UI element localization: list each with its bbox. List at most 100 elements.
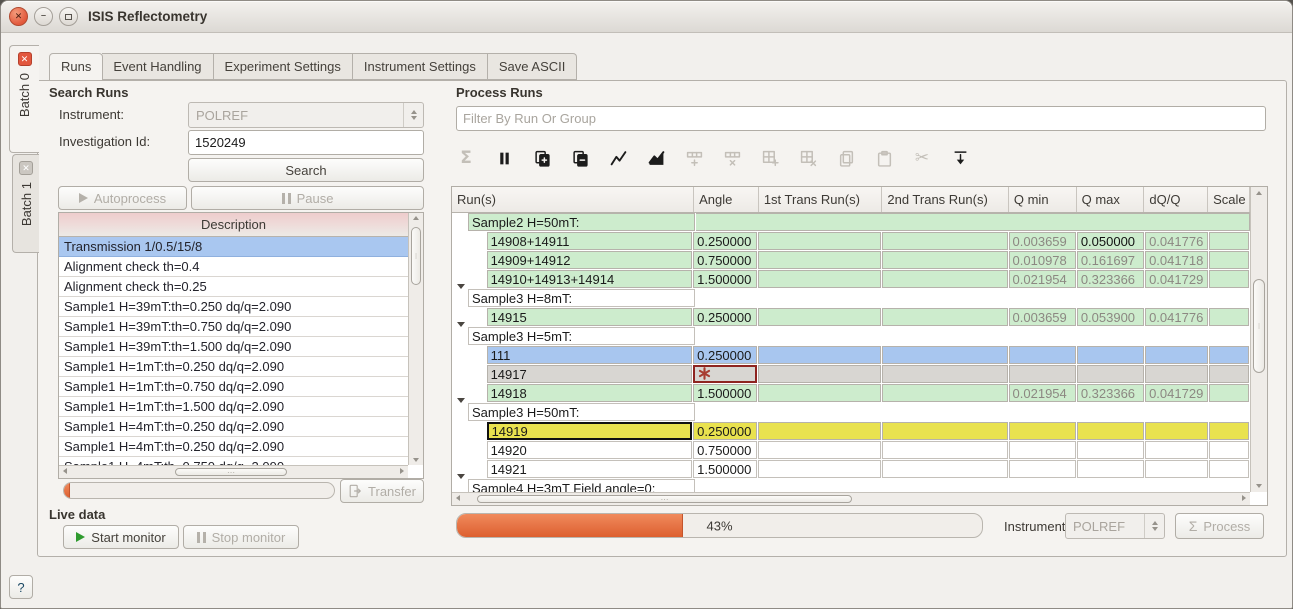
transfer-button[interactable]: Transfer <box>340 479 424 503</box>
cell-qmax[interactable]: 0.323366 <box>1077 270 1144 288</box>
cell-trans1[interactable] <box>758 460 881 478</box>
cell-group-name[interactable]: Sample3 H=50mT: <box>468 403 695 421</box>
run-row[interactable]: 14908+149110.2500000.0036590.0500000.041… <box>452 232 1250 251</box>
cell-run[interactable]: 14918 <box>487 384 693 402</box>
run-row[interactable]: 1110.250000 <box>452 346 1250 365</box>
cell-qmin[interactable] <box>1009 346 1076 364</box>
column-header-angle[interactable]: Angle <box>694 187 759 212</box>
run-row[interactable]: 149200.750000 <box>452 441 1250 460</box>
cell-scale[interactable] <box>1209 384 1249 402</box>
cell-dq[interactable]: 0.041718 <box>1145 251 1208 269</box>
close-icon[interactable]: ✕ <box>18 52 32 66</box>
cell-qmax[interactable] <box>1077 365 1144 383</box>
search-result-row[interactable]: Sample1 H=39mT:th=1.500 dq/q=2.090 <box>59 337 408 357</box>
tab-runs[interactable]: Runs <box>49 53 103 81</box>
tab-event-handling[interactable]: Event Handling <box>102 53 213 80</box>
collapse-groups-icon[interactable] <box>567 145 593 171</box>
cell-trans1[interactable] <box>758 308 881 326</box>
group-row[interactable]: Sample3 H=8mT: <box>452 289 1250 308</box>
cell-scale[interactable] <box>1209 460 1249 478</box>
cell-qmax[interactable] <box>1077 460 1144 478</box>
cell-qmin[interactable] <box>1009 460 1076 478</box>
group-expand-toggle[interactable] <box>452 213 468 232</box>
cell-angle[interactable]: 0.750000 <box>693 441 757 459</box>
cell-scale[interactable] <box>1209 346 1249 364</box>
cell-run[interactable]: 14917 <box>487 365 693 383</box>
table-vertical-scrollbar[interactable]: ⁝ <box>1250 187 1267 492</box>
window-maximize-button[interactable] <box>59 7 78 26</box>
cell-trans2[interactable] <box>882 232 1008 250</box>
run-row[interactable]: 149181.5000000.0219540.3233660.041729 <box>452 384 1250 403</box>
cell-trans1[interactable] <box>758 270 881 288</box>
cell-qmax[interactable] <box>1077 422 1144 440</box>
batch-tab-batch-1[interactable]: ✕Batch 1 <box>12 154 39 253</box>
cell-group-name[interactable]: Sample4 H=3mT Field angle=0: <box>468 479 695 492</box>
autoprocess-button[interactable]: Autoprocess <box>58 186 187 210</box>
cell-qmin[interactable] <box>1009 441 1076 459</box>
group-expand-toggle[interactable] <box>452 327 468 346</box>
search-result-row[interactable]: Sample1 H=4mT:th=0.750 dq/q=2.090 <box>59 457 408 465</box>
search-result-row[interactable]: Sample1 H=1mT:th=0.250 dq/q=2.090 <box>59 357 408 377</box>
cell-run[interactable]: 14909+14912 <box>487 251 693 269</box>
tab-save-ascii[interactable]: Save ASCII <box>488 53 577 80</box>
search-result-row[interactable]: Alignment check th=0.25 <box>59 277 408 297</box>
window-close-button[interactable]: ✕ <box>9 7 28 26</box>
stop-monitor-button[interactable]: Stop monitor <box>183 525 299 549</box>
cell-scale[interactable] <box>1209 365 1249 383</box>
cell-trans2[interactable] <box>882 460 1008 478</box>
search-result-row[interactable]: Sample1 H=39mT:th=0.750 dq/q=2.090 <box>59 317 408 337</box>
cell-angle[interactable]: 0.250000 <box>693 308 757 326</box>
cell-qmax[interactable] <box>1077 441 1144 459</box>
cell-angle[interactable]: 1.500000 <box>693 460 757 478</box>
cell-trans2[interactable] <box>882 270 1008 288</box>
close-icon[interactable]: ✕ <box>19 161 33 175</box>
cell-qmin[interactable] <box>1009 365 1076 383</box>
group-expand-toggle[interactable] <box>452 479 468 492</box>
cell-scale[interactable] <box>1209 422 1249 440</box>
cell-qmin[interactable]: 0.021954 <box>1009 270 1076 288</box>
run-row[interactable]: 14910+14913+149141.5000000.0219540.32336… <box>452 270 1250 289</box>
cell-dq[interactable] <box>1145 441 1208 459</box>
group-row[interactable]: Sample3 H=50mT: <box>452 403 1250 422</box>
cell-qmin[interactable] <box>1009 422 1076 440</box>
cell-qmax[interactable]: 0.050000 <box>1077 232 1144 250</box>
cell-scale[interactable] <box>1209 270 1249 288</box>
cell-run[interactable]: 14910+14913+14914 <box>487 270 693 288</box>
cell-dq[interactable]: 0.041729 <box>1145 384 1208 402</box>
filter-input[interactable] <box>456 106 1266 131</box>
cell-dq[interactable] <box>1145 346 1208 364</box>
cell-scale[interactable] <box>1209 232 1249 250</box>
cell-run[interactable]: 14920 <box>487 441 693 459</box>
search-result-row[interactable]: Sample1 H=4mT:th=0.250 dq/q=2.090 <box>59 417 408 437</box>
search-result-row[interactable]: Sample1 H=39mT:th=0.250 dq/q=2.090 <box>59 297 408 317</box>
cell-dq[interactable]: 0.041776 <box>1145 308 1208 326</box>
cell-scale[interactable] <box>1209 251 1249 269</box>
process-instrument-combobox[interactable]: POLREF <box>1065 513 1165 539</box>
cell-trans2[interactable] <box>882 422 1008 440</box>
cell-trans2[interactable] <box>882 441 1008 459</box>
cell-qmin[interactable]: 0.021954 <box>1009 384 1076 402</box>
cell-qmax[interactable] <box>1077 346 1144 364</box>
cell-qmax[interactable]: 0.053900 <box>1077 308 1144 326</box>
fill-down-icon[interactable] <box>947 145 973 171</box>
cell-dq[interactable] <box>1145 422 1208 440</box>
cell-scale[interactable] <box>1209 441 1249 459</box>
cell-trans1[interactable] <box>758 441 881 459</box>
tab-instrument-settings[interactable]: Instrument Settings <box>353 53 488 80</box>
start-monitor-button[interactable]: Start monitor <box>63 525 179 549</box>
column-header-scale[interactable]: Scale <box>1208 187 1250 212</box>
plot-groups-icon[interactable] <box>643 145 669 171</box>
cell-trans1[interactable] <box>758 346 881 364</box>
search-result-row[interactable]: Sample1 H=1mT:th=0.750 dq/q=2.090 <box>59 377 408 397</box>
run-row[interactable]: 14917 <box>452 365 1250 384</box>
run-row[interactable]: 149150.2500000.0036590.0539000.041776 <box>452 308 1250 327</box>
cell-angle-invalid[interactable] <box>693 365 757 383</box>
table-horizontal-scrollbar[interactable]: ⋯ <box>452 492 1250 505</box>
cell-dq[interactable] <box>1145 365 1208 383</box>
expand-groups-icon[interactable] <box>529 145 555 171</box>
run-row[interactable]: 14909+149120.7500000.0109780.1616970.041… <box>452 251 1250 270</box>
cell-run[interactable]: 14919 <box>487 422 693 440</box>
cell-trans2[interactable] <box>882 346 1008 364</box>
batch-tab-batch-0[interactable]: ✕Batch 0 <box>9 45 39 153</box>
tab-experiment-settings[interactable]: Experiment Settings <box>214 53 353 80</box>
